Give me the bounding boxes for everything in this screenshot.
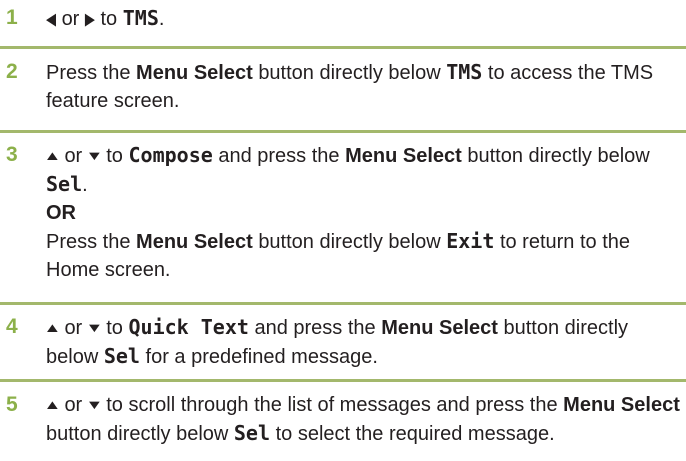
- step-text: ▲ or ▼ to scroll through the list of mes…: [43, 394, 680, 445]
- display-label-tms: TMS: [122, 6, 159, 30]
- step-5: 5 ▲ or ▼ to scroll through the list of m…: [0, 382, 686, 461]
- menu-select-label: Menu Select: [563, 394, 680, 416]
- right-arrow-icon: ▶: [84, 8, 95, 29]
- display-label-tms: TMS: [446, 60, 483, 84]
- step-number: 5: [6, 393, 18, 416]
- up-arrow-icon: ▲: [43, 397, 62, 412]
- step-text: Press the Menu Select button directly be…: [46, 60, 654, 112]
- step-text: ▲ or ▼ to Compose and press the Menu Sel…: [43, 143, 650, 196]
- step-number: 4: [6, 315, 18, 338]
- display-label-exit: Exit: [446, 229, 495, 253]
- up-arrow-icon: ▲: [43, 320, 62, 335]
- procedure-steps: 1 ◀ or ▶ to TMS. 2 Press the Menu Select…: [0, 0, 686, 461]
- menu-select-label: Menu Select: [381, 317, 498, 339]
- step-2: 2 Press the Menu Select button directly …: [0, 49, 686, 133]
- or-heading: OR: [46, 202, 76, 224]
- display-label-quick-text: Quick Text: [128, 315, 249, 339]
- down-arrow-icon: ▼: [85, 397, 104, 412]
- step-number: 3: [6, 143, 18, 166]
- period-text: .: [158, 8, 165, 30]
- down-arrow-icon: ▼: [85, 320, 104, 335]
- alternative-text: Press the Menu Select button directly be…: [46, 229, 631, 281]
- menu-select-label: Menu Select: [136, 231, 253, 253]
- to-text: to: [100, 8, 118, 30]
- display-label-sel: Sel: [233, 421, 271, 445]
- or-text: or: [61, 8, 80, 30]
- step-number: 2: [6, 60, 18, 83]
- display-label-sel: Sel: [103, 344, 140, 368]
- display-label-sel: Sel: [46, 172, 83, 196]
- step-3: 3 ▲ or ▼ to Compose and press the Menu S…: [0, 133, 686, 305]
- step-1: 1 ◀ or ▶ to TMS.: [0, 0, 686, 49]
- up-arrow-icon: ▲: [43, 148, 62, 163]
- down-arrow-icon: ▼: [85, 148, 104, 163]
- step-text: ▲ or ▼ to Quick Text and press the Menu …: [43, 315, 629, 368]
- left-arrow-icon: ◀: [46, 8, 56, 29]
- menu-select-label: Menu Select: [345, 145, 462, 167]
- display-label-compose: Compose: [128, 143, 213, 167]
- step-4: 4 ▲ or ▼ to Quick Text and press the Men…: [0, 305, 686, 382]
- step-number: 1: [6, 6, 18, 29]
- menu-select-label: Menu Select: [136, 62, 253, 84]
